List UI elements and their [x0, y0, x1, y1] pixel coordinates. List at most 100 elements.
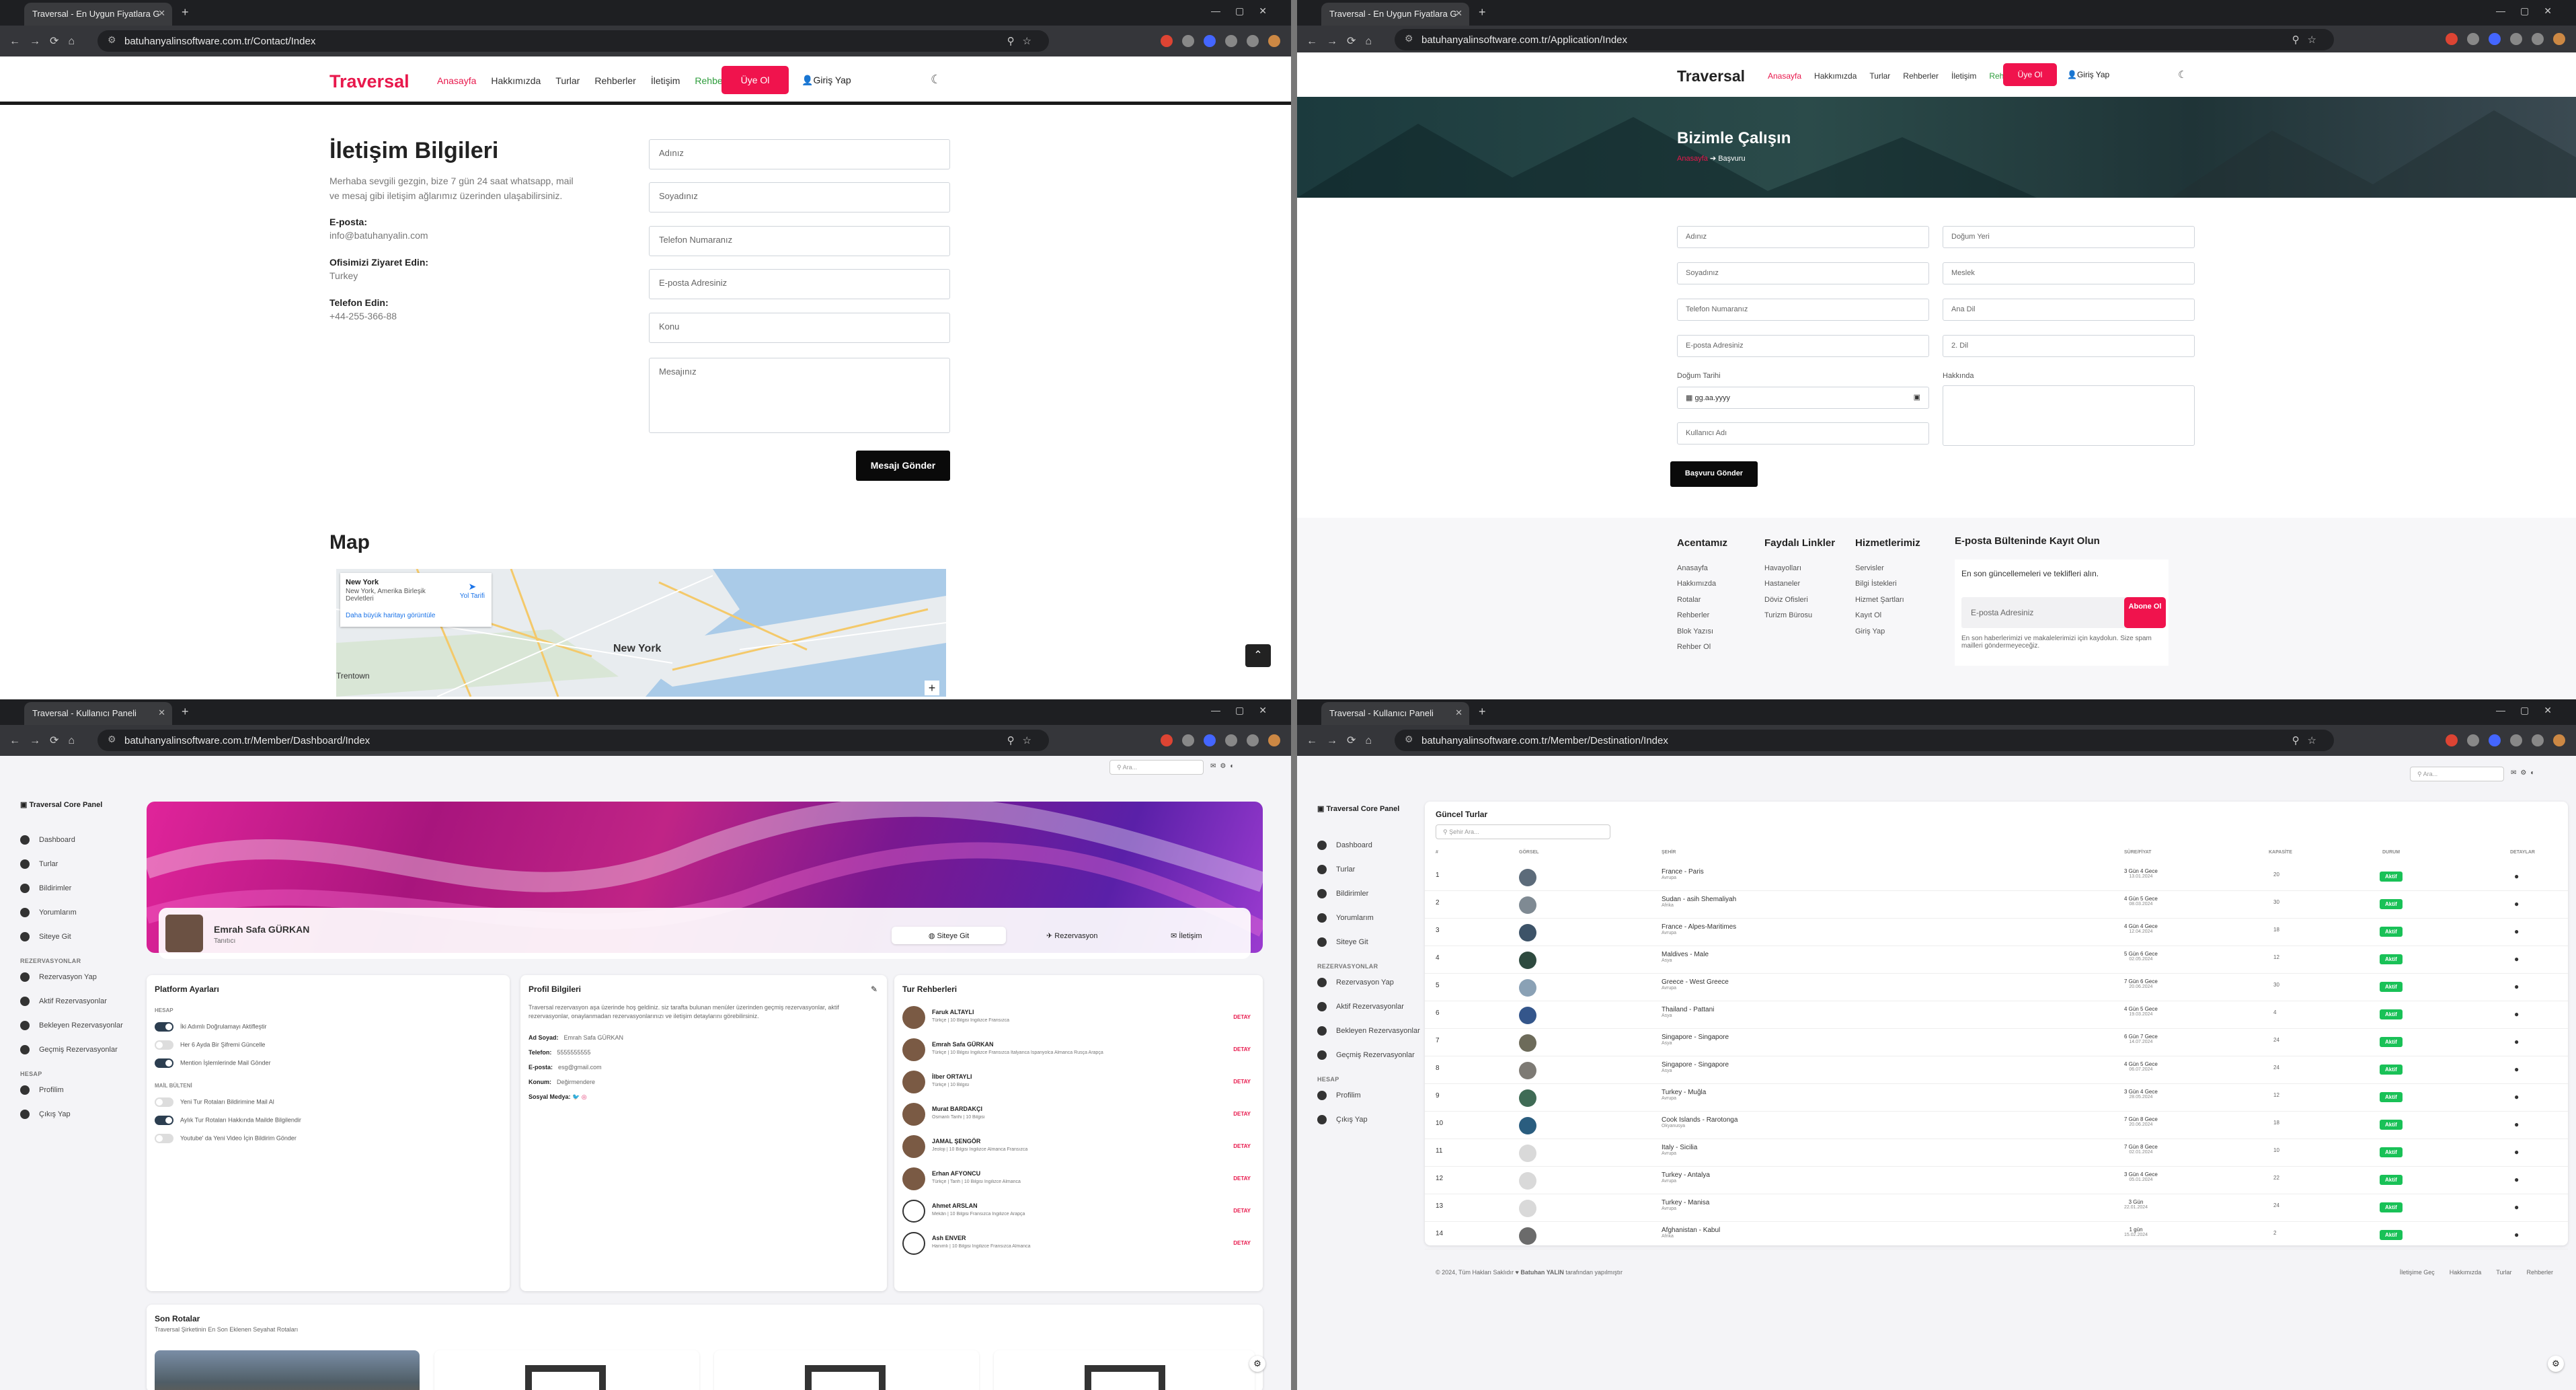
row-details-icon[interactable]: ● [2514, 1120, 2519, 1129]
table-row[interactable]: 8 Singapore - Singapore Asya 4 Gün 5 Gece 06… [1425, 1056, 2568, 1084]
table-row[interactable]: 1 France - Paris Avrupa 3 Gün 4 Gece 13.01.2… [1425, 863, 2568, 891]
url-bar[interactable]: ⚙ batuhanyalinsoftware.com.tr/Member/Dest… [1395, 730, 2334, 751]
nav-contact[interactable]: İletişim [1951, 71, 1976, 81]
profession-input[interactable]: Meslek [1943, 262, 2195, 284]
guide-detail-button[interactable]: DETAY [1233, 1143, 1251, 1149]
sidebar-item-comments[interactable]: Yorumlarım [20, 908, 77, 917]
extensions[interactable] [2446, 734, 2565, 746]
url-bar[interactable]: ⚙ batuhanyalinsoftware.com.tr/Member/Dash… [97, 730, 1049, 751]
footer-link[interactable]: Rotalar [1677, 592, 1727, 609]
sidebar-item-logout[interactable]: Çıkış Yap [20, 1110, 71, 1119]
window-controls[interactable]: —▢✕ [1211, 705, 1282, 716]
app-name-input[interactable]: Adınız [1677, 226, 1929, 248]
city-search-input[interactable]: ⚲ Şehir Ara... [1436, 824, 1610, 839]
second-language-input[interactable]: 2. Dil [1943, 335, 2195, 357]
guide-detail-button[interactable]: DETAY [1233, 1046, 1251, 1052]
sidebar-item-dashboard[interactable]: Dashboard [20, 835, 75, 845]
panel-search-input[interactable]: ⚲ Ara... [1109, 760, 1204, 775]
nav-guides[interactable]: Rehberler [1903, 71, 1939, 81]
sidebar-item-tours[interactable]: Turlar [1317, 865, 1355, 874]
bookmark-icon[interactable]: ⚲☆ [1007, 734, 1040, 746]
newsletter-email-input[interactable]: E-posta Adresiniz [1961, 597, 2126, 628]
row-details-icon[interactable]: ● [2514, 1037, 2519, 1046]
footer-link[interactable]: Anasayfa [1677, 561, 1727, 577]
setting-toggle[interactable] [155, 1040, 173, 1050]
sidebar-item-pending-reservations[interactable]: Bekleyen Rezervasyonlar [20, 1021, 123, 1030]
sidebar-item-comments[interactable]: Yorumlarım [1317, 913, 1374, 923]
guide-detail-button[interactable]: DETAY [1233, 1111, 1251, 1117]
guide-detail-button[interactable]: DETAY [1233, 1240, 1251, 1246]
settings-fab-icon[interactable]: ⚙ [1249, 1356, 1265, 1372]
url-bar[interactable]: ⚙ batuhanyalinsoftware.com.tr/Contact/Ind… [97, 30, 1049, 52]
edit-profile-icon[interactable]: ✎ [871, 984, 877, 994]
row-details-icon[interactable]: ● [2514, 1230, 2519, 1239]
map-embed[interactable]: New York New York, Amerika Birleşik Devl… [336, 569, 946, 697]
row-details-icon[interactable]: ● [2514, 1147, 2519, 1157]
extensions[interactable] [1161, 35, 1280, 47]
row-details-icon[interactable]: ● [2514, 1065, 2519, 1074]
signup-button[interactable]: Üye Ol [2003, 63, 2057, 86]
sidebar-item-past-reservations[interactable]: Geçmiş Rezervasyonlar [20, 1045, 118, 1054]
sidebar-item-notifications[interactable]: Bildirimler [20, 884, 71, 893]
browser-tab[interactable]: Traversal - En Uygun Fiyatlara G ✕ [1321, 3, 1469, 26]
url-bar[interactable]: ⚙ batuhanyalinsoftware.com.tr/Application… [1395, 29, 2334, 50]
surname-input[interactable]: Soyadınız [649, 182, 950, 213]
email-input[interactable]: E-posta Adresiniz [649, 269, 950, 299]
instagram-icon[interactable]: ◎ [582, 1093, 587, 1100]
native-language-input[interactable]: Ana Dil [1943, 299, 2195, 321]
footer-link[interactable]: Rehber Ol [1677, 640, 1727, 656]
nav-guides[interactable]: Rehberler [594, 75, 635, 86]
footer-link[interactable]: Turizm Bürosu [1764, 608, 1835, 624]
footer-link-tours[interactable]: Turlar [2496, 1269, 2511, 1276]
footer-author-link[interactable]: Batuhan YALIN [1520, 1269, 1564, 1276]
row-details-icon[interactable]: ● [2514, 1009, 2519, 1019]
footer-link[interactable]: Kayıt Ol [1855, 608, 1920, 624]
setting-toggle[interactable] [155, 1097, 173, 1107]
setting-toggle[interactable] [155, 1134, 173, 1143]
app-email-input[interactable]: E-posta Adresiniz [1677, 335, 1929, 357]
settings-fab-icon[interactable]: ⚙ [2548, 1356, 2564, 1372]
footer-link[interactable]: Blok Yazısı [1677, 624, 1727, 640]
nav-tours[interactable]: Turlar [1869, 71, 1890, 81]
sidebar-item-profile[interactable]: Profilim [1317, 1091, 1361, 1100]
map-zoom-in-button[interactable]: + [925, 681, 939, 695]
panel-brand[interactable]: ▣ Traversal Core Panel [1317, 804, 1399, 813]
site-info-icon[interactable]: ⚙ [108, 734, 116, 745]
nav-buttons[interactable]: ←→⟳⌂ [9, 34, 84, 48]
route-placeholder-2[interactable] [714, 1350, 979, 1390]
birthplace-input[interactable]: Doğum Yeri [1943, 226, 2195, 248]
footer-link-contact[interactable]: İletişime Geç [2400, 1269, 2435, 1276]
sidebar-item-pending-reservations[interactable]: Bekleyen Rezervasyonlar [1317, 1026, 1420, 1036]
tab-reservation[interactable]: ✈ Rezervasyon [1046, 931, 1097, 940]
footer-link[interactable]: Rehberler [1677, 608, 1727, 624]
setting-toggle[interactable] [155, 1022, 173, 1032]
browser-tab[interactable]: Traversal - Kullanıcı Paneli ✕ [24, 702, 172, 725]
new-tab-icon[interactable]: + [182, 5, 189, 20]
breadcrumb-home[interactable]: Anasayfa [1677, 155, 1708, 163]
about-textarea[interactable] [1943, 385, 2195, 446]
site-info-icon[interactable]: ⚙ [108, 34, 116, 46]
sidebar-item-dashboard[interactable]: Dashboard [1317, 841, 1372, 850]
browser-tab[interactable]: Traversal - Kullanıcı Paneli ✕ [1321, 702, 1469, 725]
login-link[interactable]: 👤Giriş Yap [2067, 70, 2109, 79]
phone-input[interactable]: Telefon Numaranız [649, 226, 950, 256]
new-tab-icon[interactable]: + [1479, 5, 1486, 20]
panel-brand[interactable]: ▣ Traversal Core Panel [20, 800, 102, 809]
tab-contact[interactable]: ✉ İletişim [1171, 931, 1202, 940]
theme-toggle-icon[interactable]: ☾ [931, 73, 941, 87]
nav-home[interactable]: Anasayfa [1768, 71, 1801, 81]
message-textarea[interactable]: Mesajınız [649, 358, 950, 433]
app-surname-input[interactable]: Soyadınız [1677, 262, 1929, 284]
nav-tours[interactable]: Turlar [555, 75, 580, 86]
row-details-icon[interactable]: ● [2514, 1175, 2519, 1184]
row-details-icon[interactable]: ● [2514, 899, 2519, 909]
topbar-icons[interactable]: ✉⚙◐ [1210, 763, 1238, 770]
logo[interactable]: Traversal [329, 71, 409, 92]
sidebar-item-site[interactable]: Siteye Git [1317, 937, 1368, 947]
table-row[interactable]: 5 Greece - West Greece Avrupa 7 Gün 6 Gece 2… [1425, 974, 2568, 1001]
footer-link-about[interactable]: Hakkımızda [2450, 1269, 2482, 1276]
sidebar-item-active-reservations[interactable]: Aktif Rezervasyonlar [20, 997, 107, 1006]
footer-link[interactable]: Hakkımızda [1677, 576, 1727, 592]
table-row[interactable]: 13 Turkey - Manisa Avrupa 3 Gün 22.01.2024 24… [1425, 1194, 2568, 1222]
close-tab-icon[interactable]: ✕ [158, 707, 165, 718]
